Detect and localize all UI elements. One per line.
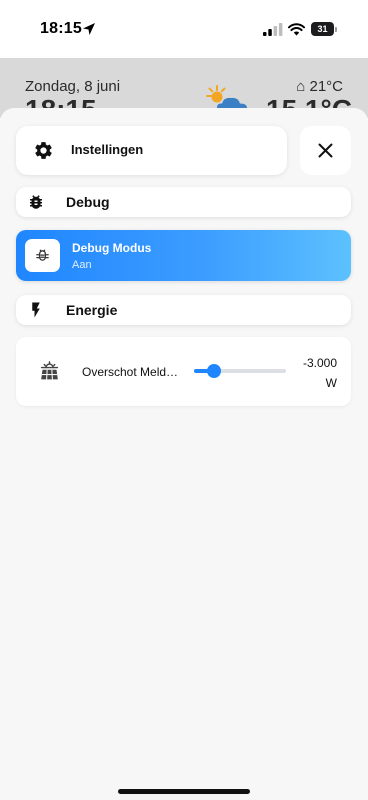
lightning-icon: [32, 302, 40, 318]
close-button[interactable]: [300, 126, 351, 175]
location-arrow-icon: [83, 23, 95, 35]
settings-header: Instellingen: [16, 126, 287, 175]
bug-icon: [30, 195, 42, 209]
battery-level: 31: [311, 22, 334, 36]
dashboard-date: Zondag, 8 juni: [25, 78, 121, 95]
section-debug: Debug: [16, 187, 351, 217]
section-energie: Energie: [16, 295, 351, 325]
debug-mode-name: Debug Modus: [72, 241, 152, 255]
battery-icon: 31: [311, 22, 337, 36]
cellular-signal-icon: [263, 23, 283, 36]
slider-thumb[interactable]: [207, 364, 222, 378]
outdoor-temperature: ⌂ 21°C: [296, 78, 343, 95]
overschot-meldingen-row: Overschot Meldingen -3.000 W: [16, 337, 351, 406]
debug-mode-state: Aan: [72, 259, 92, 271]
gear-icon: [35, 142, 52, 159]
bug-icon: [36, 249, 49, 261]
section-energie-label: Energie: [66, 302, 118, 318]
solar-panel-icon: [40, 361, 59, 380]
status-bar: 18:15 31: [0, 0, 368, 58]
value-slider[interactable]: [194, 364, 286, 378]
entity-name: Overschot Meldingen: [82, 365, 180, 379]
entity-value-number: -3.000: [302, 356, 337, 370]
entity-value-unit: W: [325, 376, 337, 390]
debug-mode-toggle[interactable]: Debug Modus Aan: [16, 230, 351, 281]
settings-sheet: Instellingen Debug Debug Modus Aan Energ…: [0, 108, 368, 800]
debug-mode-icon-box: [25, 239, 60, 272]
sheet-title: Instellingen: [71, 142, 144, 157]
wifi-icon: [288, 23, 305, 36]
home-indicator[interactable]: [118, 789, 250, 794]
section-debug-label: Debug: [66, 194, 110, 210]
status-time: 18:15: [40, 20, 82, 37]
entity-value: -3.000 W: [277, 353, 337, 393]
close-icon: [318, 143, 333, 158]
